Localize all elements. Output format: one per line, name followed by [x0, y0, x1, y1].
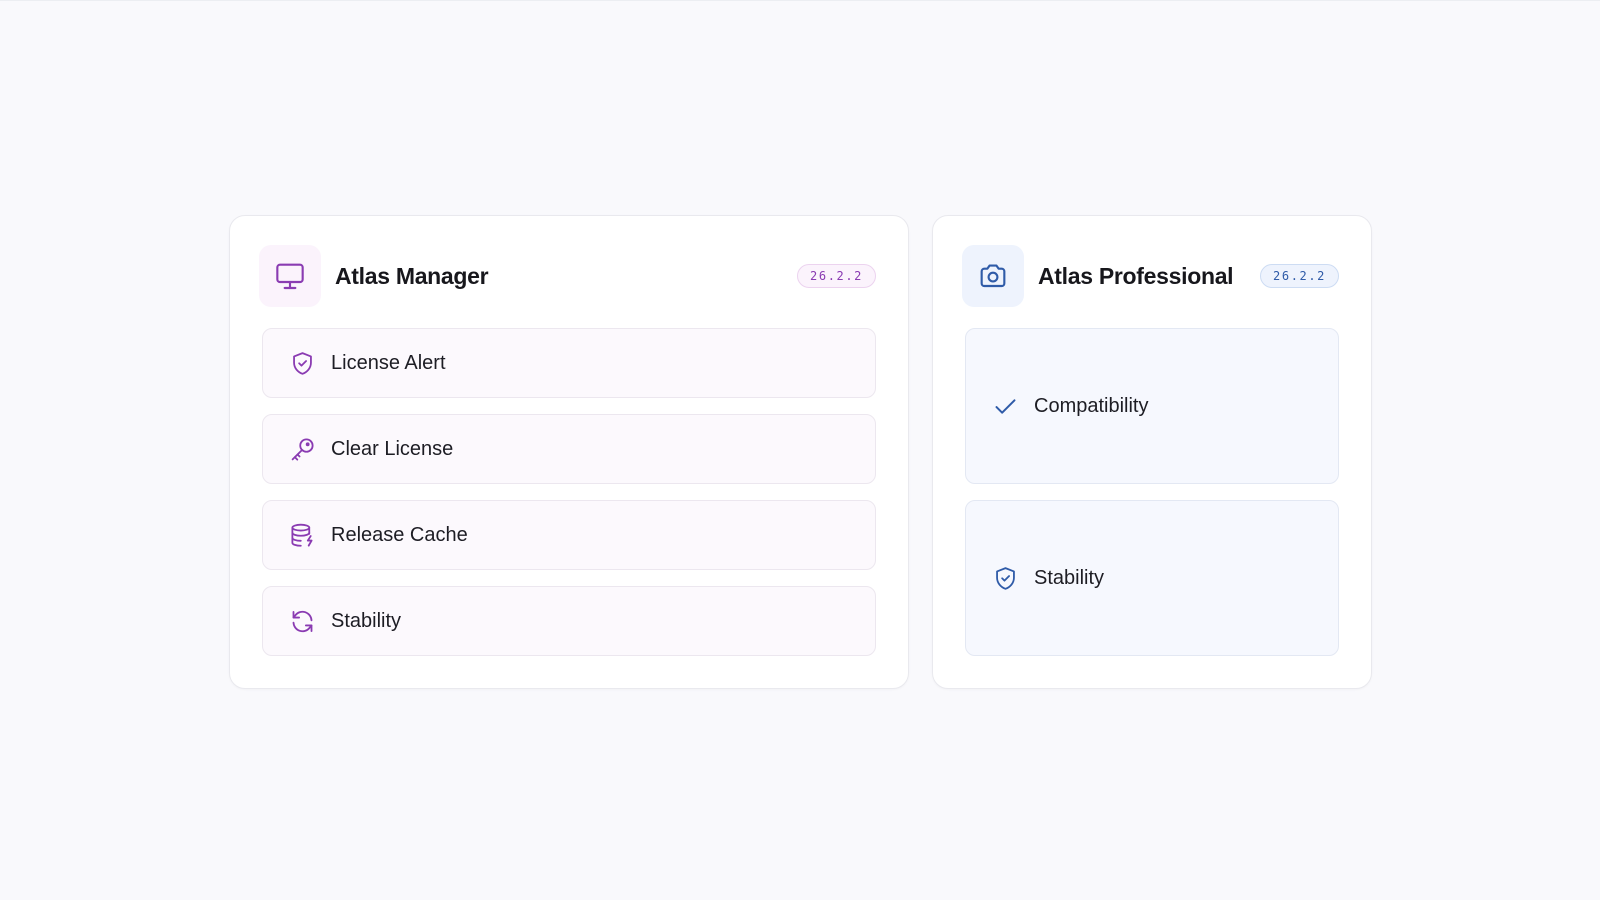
feature-list: Compatibility Stability [965, 328, 1339, 672]
atlas-professional-card: Atlas Professional 26.2.2 Compatibility [932, 215, 1372, 689]
app-title: Atlas Manager [335, 262, 489, 289]
version-badge: 26.2.2 [1260, 264, 1339, 288]
card-header: Atlas Professional 26.2.2 [962, 245, 1339, 307]
app-title: Atlas Professional [1038, 262, 1234, 289]
release-cache-item[interactable]: Release Cache [262, 500, 876, 570]
database-bolt-icon [287, 520, 317, 550]
feature-list: License Alert Clear License Release Cach… [262, 328, 876, 672]
camera-icon [962, 245, 1024, 307]
item-label: Stability [1034, 566, 1105, 589]
item-label: License Alert [331, 351, 446, 374]
compatibility-item[interactable]: Compatibility [965, 328, 1339, 484]
shield-check-icon [287, 348, 317, 378]
clear-license-item[interactable]: Clear License [262, 414, 876, 484]
item-label: Clear License [331, 437, 454, 460]
app-stage: Atlas Manager 26.2.2 License Alert Clear… [0, 0, 1600, 900]
shield-check-icon [990, 563, 1020, 593]
item-label: Compatibility [1034, 394, 1149, 417]
item-label: Stability [331, 609, 402, 632]
key-icon [287, 434, 317, 464]
stability-item[interactable]: Stability [262, 586, 876, 656]
license-alert-item[interactable]: License Alert [262, 328, 876, 398]
stability-item[interactable]: Stability [965, 500, 1339, 656]
monitor-icon [259, 245, 321, 307]
version-badge: 26.2.2 [797, 264, 876, 288]
atlas-manager-card: Atlas Manager 26.2.2 License Alert Clear… [229, 215, 909, 689]
refresh-icon [287, 606, 317, 636]
item-label: Release Cache [331, 523, 468, 546]
check-icon [990, 391, 1020, 421]
card-header: Atlas Manager 26.2.2 [259, 245, 876, 307]
